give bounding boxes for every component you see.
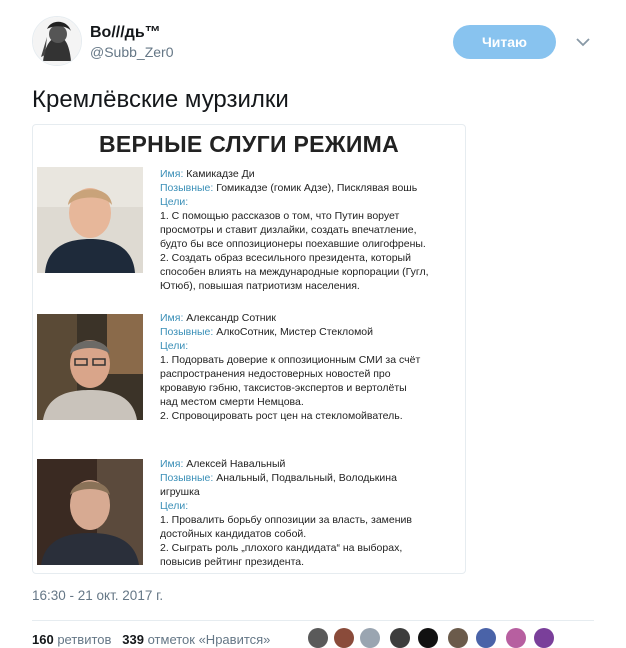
person-name: Александр Сотник [186,312,277,324]
person-info: Имя: Алексей Навальный Позывные: Анальны… [160,457,460,569]
label-name: Имя: [160,458,184,470]
person-photo [37,167,143,273]
tweet-image[interactable]: ВЕРНЫЕ СЛУГИ РЕЖИМА Имя: Камикадзе Ди По… [32,124,466,574]
avatar[interactable] [360,628,380,648]
goal-line: над местом смерти Немцова. [160,396,304,408]
avatar[interactable] [448,628,468,648]
label-name: Имя: [160,168,184,180]
person-nicknames: Анальный, Подвальный, Володькина [216,472,397,484]
person-photo [37,459,143,565]
divider [32,620,594,621]
avatar[interactable] [476,628,496,648]
user-handle[interactable]: @Subb_Zer0 [90,44,173,60]
retweets-count[interactable]: 160 [32,632,54,647]
goal-line: 1. Подорвать доверие к оппозиционным СМИ… [160,354,421,366]
tweet-timestamp[interactable]: 16:30 - 21 окт. 2017 г. [32,588,163,603]
image-title: ВЕРНЫЕ СЛУГИ РЕЖИМА [98,131,400,157]
goal-line: 1. Провалить борьбу оппозиции за власть,… [160,514,412,526]
goal-line: кровавую гэбню, таксистов-экспертов и ве… [160,382,407,394]
label-nicknames: Позывные: [160,182,214,194]
goal-line: Ютюб), повышая патриотизм населения. [160,280,360,292]
goal-line: 2. Сыграть роль „плохого кандидата“ на в… [160,542,403,554]
avatar[interactable] [390,628,410,648]
goal-line: повысив рейтинг президента. [160,556,305,568]
label-goals: Цели: [160,500,189,512]
goal-line: 2. Создать образ всесильного президента,… [160,252,411,264]
avatar[interactable] [506,628,526,648]
label-goals: Цели: [160,196,189,208]
person-name: Алексей Навальный [186,458,286,470]
goal-line: 1. С помощью рассказов о том, что Путин … [160,210,400,222]
goal-line: способен влиять на международные корпора… [160,266,429,278]
label-nicknames: Позывные: [160,472,214,484]
person-name: Камикадзе Ди [186,168,255,180]
label-goals: Цели: [160,340,189,352]
person-info: Имя: Камикадзе Ди Позывные: Гомикадзе (г… [160,167,460,293]
following-button[interactable]: Читаю [453,25,556,59]
person-nicknames: АлкоСотник, Мистер Стекломой [216,326,373,338]
likes-count[interactable]: 339 [122,632,144,647]
avatar[interactable] [418,628,438,648]
retweets-label[interactable]: ретвитов [57,632,111,647]
avatar[interactable] [534,628,554,648]
goal-line: распространения недостоверных новостей п… [160,368,391,380]
label-name: Имя: [160,312,184,324]
goal-line: будто бы все оппозиционеры поехавшие оли… [160,238,426,250]
goal-line: достойных кандидатов собой. [160,528,307,540]
person-photo [37,314,143,420]
person-info: Имя: Александр Сотник Позывные: АлкоСотн… [160,311,460,423]
user-display-name[interactable]: Во///дь™ [90,24,161,42]
person-nicknames-continued: игрушка [160,486,200,498]
goal-line: просмотры и ставит дизлайки, создать впе… [160,224,417,236]
avatar-portrait-icon [33,17,81,65]
tweet-stats: 160 ретвитов 339 отметок «Нравится» [32,632,270,647]
person-nicknames: Гомикадзе (гомик Адзе), Писклявая вошь [216,182,418,194]
user-avatar[interactable] [32,16,82,66]
tweet-text: Кремлёвские мурзилки [32,86,289,113]
avatar[interactable] [308,628,328,648]
avatar[interactable] [334,628,354,648]
likes-label[interactable]: отметок «Нравится» [148,632,271,647]
chevron-down-icon[interactable] [575,36,591,48]
goal-line: 2. Спровоцировать рост цен на стекломойв… [160,410,403,422]
tweet-header: Во///дь™ @Subb_Zer0 Читаю [0,0,626,80]
label-nicknames: Позывные: [160,326,214,338]
